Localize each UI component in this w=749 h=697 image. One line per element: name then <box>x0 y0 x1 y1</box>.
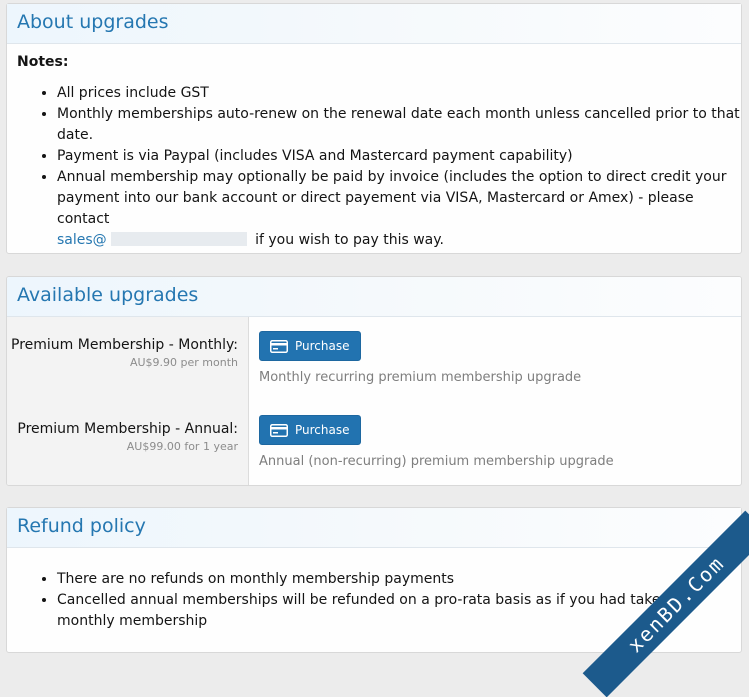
upgrade-description: Monthly recurring premium membership upg… <box>259 370 582 385</box>
refund-policy-title: Refund policy <box>7 508 741 548</box>
upgrade-price: AU$9.90 per month <box>129 356 238 369</box>
annual-invoice-suffix: if you wish to pay this way. <box>255 232 444 248</box>
sales-email-prefix: sales@ <box>57 232 107 248</box>
upgrade-label: Premium Membership - Monthly: AU$9.90 pe… <box>7 317 249 401</box>
about-upgrades-block: About upgrades Notes: All prices include… <box>6 3 742 254</box>
list-item: Cancelled annual memberships will be ref… <box>57 590 721 632</box>
upgrade-rows: Premium Membership - Monthly: AU$9.90 pe… <box>7 317 741 485</box>
credit-card-icon <box>270 423 288 437</box>
about-upgrades-title: About upgrades <box>7 4 741 44</box>
upgrade-row-annual: Premium Membership - Annual: AU$99.00 fo… <box>7 401 741 485</box>
list-item-annual-invoice: Annual membership may optionally be paid… <box>57 167 741 251</box>
upgrade-content: Purchase Annual (non-recurring) premium … <box>249 401 624 485</box>
list-item: Payment is via Paypal (includes VISA and… <box>57 146 741 167</box>
credit-card-icon <box>270 339 288 353</box>
upgrade-price: AU$99.00 for 1 year <box>126 440 238 453</box>
annual-invoice-text: Annual membership may optionally be paid… <box>57 169 727 227</box>
about-upgrades-body: Notes: All prices include GST Monthly me… <box>7 44 741 251</box>
list-item: There are no refunds on monthly membersh… <box>57 569 721 590</box>
upgrade-label: Premium Membership - Annual: AU$99.00 fo… <box>7 401 249 485</box>
available-upgrades-block: Available upgrades Premium Membership - … <box>6 276 742 486</box>
upgrade-row-monthly: Premium Membership - Monthly: AU$9.90 pe… <box>7 317 741 401</box>
purchase-button-label: Purchase <box>295 423 350 437</box>
refund-list: There are no refunds on monthly membersh… <box>7 569 741 632</box>
upgrade-title: Premium Membership - Annual: <box>17 421 238 437</box>
upgrade-description: Annual (non-recurring) premium membershi… <box>259 454 614 469</box>
notes-list: All prices include GST Monthly membershi… <box>7 83 741 251</box>
list-item: Monthly memberships auto-renew on the re… <box>57 104 741 146</box>
available-upgrades-title: Available upgrades <box>7 277 741 317</box>
purchase-button-label: Purchase <box>295 339 350 353</box>
notes-label: Notes: <box>17 54 69 70</box>
purchase-annual-button[interactable]: Purchase <box>259 415 361 445</box>
upgrade-title: Premium Membership - Monthly: <box>11 337 238 353</box>
sales-email-link[interactable]: sales@ <box>57 232 251 248</box>
purchase-monthly-button[interactable]: Purchase <box>259 331 361 361</box>
upgrade-content: Purchase Monthly recurring premium membe… <box>249 317 591 401</box>
list-item: All prices include GST <box>57 83 741 104</box>
refund-policy-body: There are no refunds on monthly membersh… <box>7 548 741 632</box>
redacted-email-domain <box>110 232 247 246</box>
